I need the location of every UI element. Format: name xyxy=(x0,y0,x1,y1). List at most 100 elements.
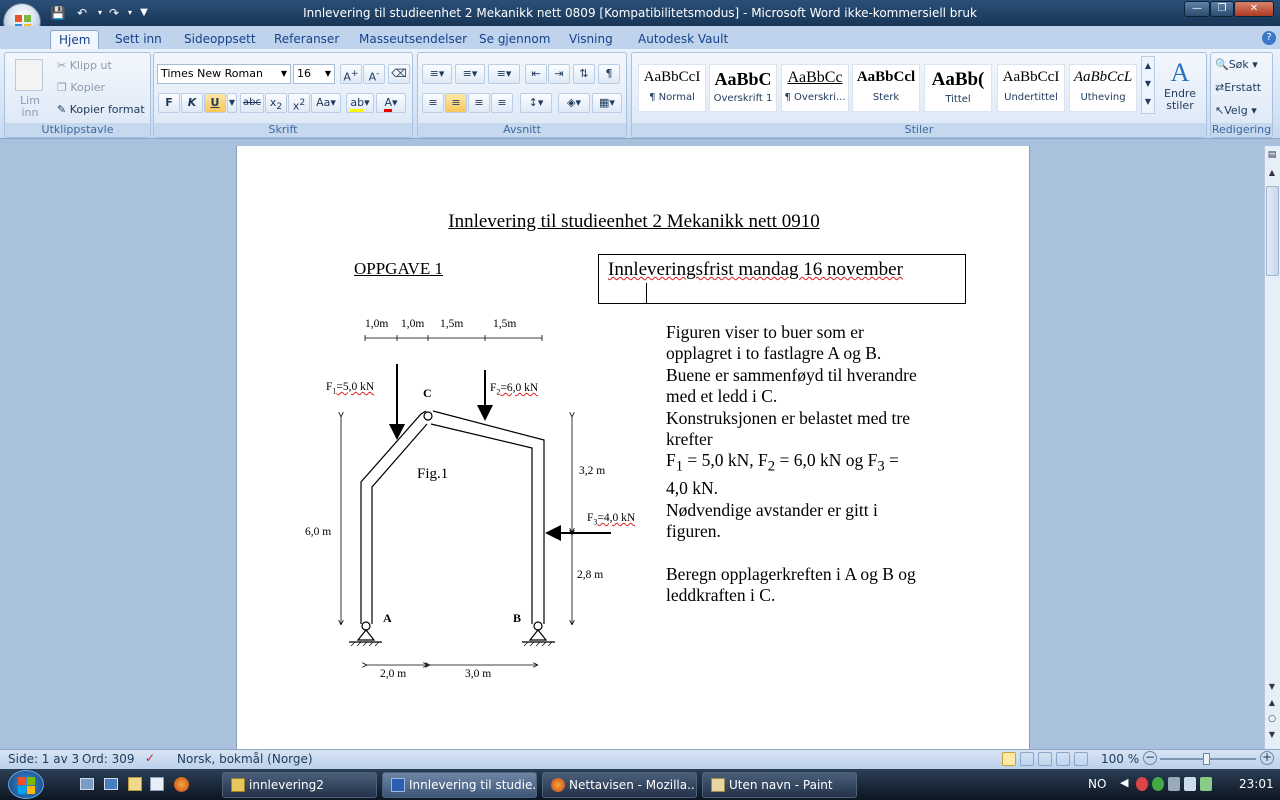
security-icon[interactable] xyxy=(1136,777,1148,791)
justify-button[interactable]: ≡ xyxy=(491,93,513,113)
line-spacing-button[interactable]: ↕▾ xyxy=(520,93,552,113)
help-icon[interactable]: ? xyxy=(1262,31,1276,45)
taskbar-item-paint[interactable]: Uten navn - Paint xyxy=(702,772,857,798)
clock[interactable]: 23:01 xyxy=(1239,777,1274,791)
style-normal[interactable]: AaBbCcI ¶ Normal xyxy=(638,64,706,112)
strikethrough-button[interactable]: abc xyxy=(240,93,264,113)
tab-autodesk-vault[interactable]: Autodesk Vault xyxy=(630,30,736,50)
zoom-slider-thumb[interactable] xyxy=(1203,753,1210,765)
start-button[interactable] xyxy=(8,770,44,799)
next-page-icon[interactable]: ▼ xyxy=(1266,730,1278,739)
style-emphasis[interactable]: AaBbCcL Utheving xyxy=(1069,64,1137,112)
scroll-down-icon[interactable]: ▼ xyxy=(1266,682,1278,691)
style-subtitle[interactable]: AaBbCcI Undertittel xyxy=(997,64,1065,112)
shrink-font-button[interactable]: A- xyxy=(363,64,385,84)
firefox-icon[interactable] xyxy=(174,777,189,792)
switch-windows-icon[interactable] xyxy=(104,778,118,790)
font-color-button[interactable]: A▾ xyxy=(376,93,406,113)
tab-sideoppsett[interactable]: Sideoppsett xyxy=(176,30,264,50)
align-right-button[interactable]: ≡ xyxy=(468,93,490,113)
taskbar-item-word[interactable]: Innlevering til studie... xyxy=(382,772,537,798)
select-button[interactable]: ↖Velg ▾ xyxy=(1215,104,1257,117)
copy-button[interactable]: ❐ Kopier xyxy=(57,81,105,94)
network-icon[interactable] xyxy=(1168,777,1180,791)
subscript-button[interactable]: x2 xyxy=(265,93,287,113)
tab-visning[interactable]: Visning xyxy=(561,30,621,50)
find-button[interactable]: 🔍Søk ▾ xyxy=(1215,58,1258,71)
web-layout-view-icon[interactable] xyxy=(1038,752,1052,766)
outline-view-icon[interactable] xyxy=(1056,752,1070,766)
tray-expand-icon[interactable]: ◀ xyxy=(1120,776,1128,789)
underline-dropdown-icon[interactable]: ▼ xyxy=(227,93,237,113)
messenger-icon[interactable] xyxy=(1152,777,1164,791)
print-layout-view-icon[interactable] xyxy=(1002,752,1016,766)
page-count[interactable]: Side: 1 av 3 xyxy=(8,752,79,766)
shading-button[interactable]: ◈▾ xyxy=(558,93,590,113)
volume-icon[interactable] xyxy=(1184,777,1196,791)
align-center-button[interactable]: ≡ xyxy=(445,93,467,113)
underline-button[interactable]: U xyxy=(204,93,226,113)
multilevel-list-button[interactable]: ≡▾ xyxy=(488,64,520,84)
input-language[interactable]: NO xyxy=(1088,777,1106,791)
power-icon[interactable] xyxy=(1200,777,1212,791)
style-title[interactable]: AaBb(Tittel xyxy=(924,64,992,112)
bullets-button[interactable]: ≡▾ xyxy=(422,64,452,84)
zoom-out-icon[interactable]: − xyxy=(1143,751,1157,765)
tab-se-gjennom[interactable]: Se gjennom xyxy=(471,30,558,50)
borders-button[interactable]: ▦▾ xyxy=(592,93,622,113)
tab-referanser[interactable]: Referanser xyxy=(266,30,347,50)
align-left-button[interactable]: ≡ xyxy=(422,93,444,113)
maximize-button[interactable]: ❐ xyxy=(1210,1,1234,17)
ruler-toggle-icon[interactable]: ▤ xyxy=(1266,150,1278,162)
customize-qat-icon[interactable]: ▼ xyxy=(136,5,152,21)
style-strong[interactable]: AaBbCcl Sterk xyxy=(852,64,920,112)
full-screen-reading-view-icon[interactable] xyxy=(1020,752,1034,766)
zoom-level[interactable]: 100 % xyxy=(1101,752,1139,766)
style-heading-2[interactable]: AaBbCc ¶ Overskri... xyxy=(781,64,849,112)
font-name-select[interactable]: Times New Roman ▼ xyxy=(157,64,291,84)
tab-masseutsendelser[interactable]: Masseutsendelser xyxy=(351,30,475,50)
italic-button[interactable]: K xyxy=(181,93,203,113)
paste-icon[interactable] xyxy=(15,59,43,91)
font-size-select[interactable]: 16 ▼ xyxy=(293,64,335,84)
paste-button[interactable]: Lim inn xyxy=(15,95,45,119)
superscript-button[interactable]: x2 xyxy=(288,93,310,113)
redo-icon[interactable]: ↷ xyxy=(106,5,122,21)
scroll-up-icon[interactable]: ▲ xyxy=(1266,168,1278,180)
sort-button[interactable]: ⇅ xyxy=(573,64,595,84)
increase-indent-button[interactable]: ⇥ xyxy=(548,64,570,84)
vertical-scrollbar[interactable]: ▤ ▲ ▼ ▲ ○ ▼ xyxy=(1264,146,1280,749)
taskbar-item-firefox[interactable]: Nettavisen - Mozilla... xyxy=(542,772,697,798)
save-icon[interactable]: 💾 xyxy=(50,5,66,21)
numbering-button[interactable]: ≡▾ xyxy=(455,64,485,84)
zoom-in-icon[interactable]: + xyxy=(1260,751,1274,765)
minimize-button[interactable]: — xyxy=(1184,1,1210,17)
previous-page-icon[interactable]: ▲ xyxy=(1266,698,1278,707)
change-case-button[interactable]: Aa▾ xyxy=(311,93,341,113)
language[interactable]: Norsk, bokmål (Norge) xyxy=(177,752,313,766)
replace-button[interactable]: ⇄Erstatt xyxy=(1215,81,1261,94)
grow-font-button[interactable]: A+ xyxy=(340,64,362,84)
change-styles-button[interactable]: A Endre stiler xyxy=(1162,58,1198,112)
cut-button[interactable]: ✂ Klipp ut xyxy=(57,59,112,72)
decrease-indent-button[interactable]: ⇤ xyxy=(525,64,547,84)
tab-hjem[interactable]: Hjem xyxy=(50,30,100,50)
browse-object-icon[interactable]: ○ xyxy=(1266,714,1278,724)
style-heading-1[interactable]: AaBbC Overskrift 1 xyxy=(709,64,777,112)
show-formatting-button[interactable]: ¶ xyxy=(598,64,620,84)
show-desktop-icon[interactable] xyxy=(80,778,94,790)
explorer-icon[interactable] xyxy=(128,777,142,791)
styles-scroll[interactable]: ▲ ▼ ▼ xyxy=(1141,56,1155,114)
wmp-icon[interactable] xyxy=(150,777,164,791)
proofing-icon[interactable]: ✓ xyxy=(145,751,155,765)
draft-view-icon[interactable] xyxy=(1074,752,1088,766)
scroll-thumb[interactable] xyxy=(1266,186,1279,276)
word-count[interactable]: Ord: 309 xyxy=(82,752,135,766)
close-button[interactable]: ✕ xyxy=(1234,1,1274,17)
format-painter-button[interactable]: ✎ Kopier format xyxy=(57,103,145,116)
highlight-button[interactable]: ab▾ xyxy=(346,93,374,113)
tab-sett-inn[interactable]: Sett inn xyxy=(107,30,170,50)
bold-button[interactable]: F xyxy=(158,93,180,113)
taskbar-item-innlevering2[interactable]: innlevering2 xyxy=(222,772,377,798)
document-page[interactable]: Innlevering til studieenhet 2 Mekanikk n… xyxy=(236,146,1030,749)
